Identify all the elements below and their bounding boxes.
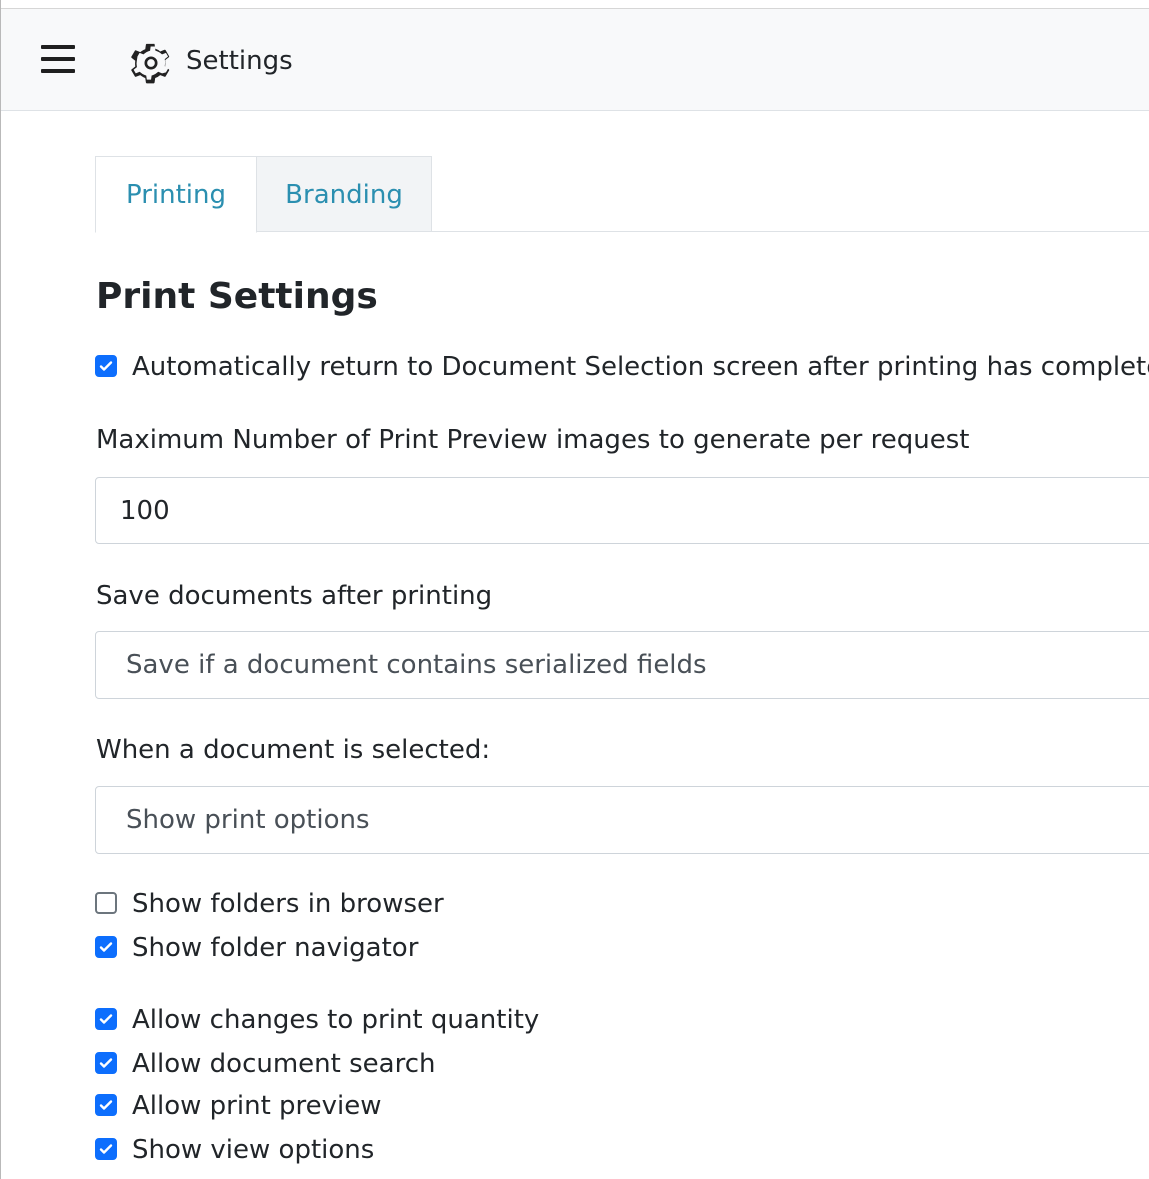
max-preview-input[interactable] (96, 478, 1149, 543)
on-select-selected-value: Show print options (126, 805, 370, 835)
show-view-options-checkbox[interactable] (95, 1138, 117, 1160)
on-select-label: When a document is selected: (96, 735, 491, 765)
settings-tabs: Printing Branding (95, 156, 1149, 233)
allow-preview-label: Allow print preview (132, 1091, 382, 1121)
save-docs-label: Save documents after printing (96, 581, 493, 611)
auto-return-checkbox[interactable] (95, 355, 117, 377)
tab-branding[interactable]: Branding (257, 156, 432, 232)
allow-search-label: Allow document search (132, 1049, 436, 1079)
show-folders-checkbox[interactable] (95, 892, 117, 914)
gear-icon (131, 43, 170, 84)
checkmark-icon (99, 1144, 113, 1154)
app-header: Settings (1, 9, 1149, 111)
tab-printing[interactable]: Printing (95, 156, 257, 233)
show-folders-label: Show folders in browser (132, 889, 444, 919)
max-preview-input-wrapper (95, 477, 1149, 544)
checkmark-icon (99, 1100, 113, 1110)
allow-preview-checkbox[interactable] (95, 1094, 117, 1116)
auto-return-label: Automatically return to Document Selecti… (132, 352, 1149, 382)
max-preview-label: Maximum Number of Print Preview images t… (96, 425, 970, 455)
show-folder-navigator-checkbox[interactable] (95, 936, 117, 958)
hamburger-menu-icon[interactable] (41, 45, 75, 73)
settings-window: Settings Printing Branding Print Setting… (0, 0, 1149, 1179)
checkmark-icon (99, 942, 113, 952)
checkmark-icon (99, 361, 113, 371)
header-title: Settings (186, 46, 293, 76)
window-top-edge (1, 0, 1149, 9)
save-docs-selected-value: Save if a document contains serialized f… (126, 650, 707, 680)
allow-qty-checkbox[interactable] (95, 1008, 117, 1030)
checkmark-icon (99, 1014, 113, 1024)
show-folder-navigator-label: Show folder navigator (132, 933, 419, 963)
section-title: Print Settings (96, 276, 378, 317)
allow-qty-label: Allow changes to print quantity (132, 1005, 540, 1035)
allow-search-checkbox[interactable] (95, 1052, 117, 1074)
show-view-options-label: Show view options (132, 1135, 375, 1165)
checkmark-icon (99, 1058, 113, 1068)
on-select-select[interactable]: Show print options (95, 786, 1149, 854)
save-docs-select[interactable]: Save if a document contains serialized f… (95, 631, 1149, 699)
